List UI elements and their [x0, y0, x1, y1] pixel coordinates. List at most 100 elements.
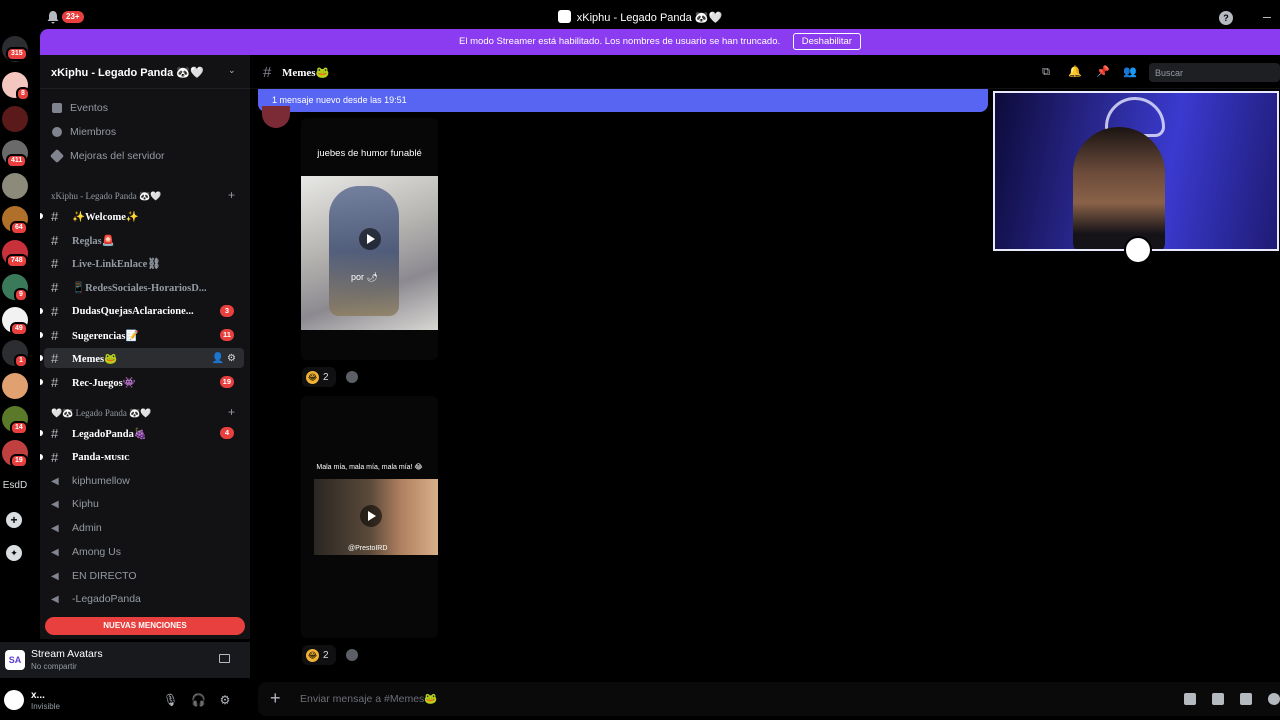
reaction[interactable]: 😂 2 — [302, 645, 336, 665]
members-icon — [52, 127, 62, 137]
add-attachment-icon[interactable]: + — [270, 688, 281, 709]
server-rail: 315 8 411 64 748 9 49 1 14 19 EsdD + ✦ — [0, 34, 40, 720]
microphone-icon[interactable]: 🎙 — [163, 694, 178, 706]
server-logo-icon — [557, 10, 571, 23]
hashtag-icon: # — [51, 279, 59, 295]
avatar[interactable] — [262, 106, 290, 128]
channel-reglas[interactable]: # Reglas🚨 — [44, 230, 244, 250]
explore-icon[interactable]: ✦ — [6, 545, 22, 561]
channel-live-link[interactable]: # Live-LinkEnlace⛓ — [44, 253, 244, 273]
voice-channel[interactable]: ◀ Admin — [44, 518, 244, 538]
server-badge: 64 — [10, 221, 28, 235]
new-mentions-button[interactable]: NUEVAS MENCIONES — [45, 617, 245, 635]
rofl-emoji-icon: 😂 — [306, 648, 319, 662]
server-badge: 49 — [10, 322, 28, 336]
search-input[interactable] — [1149, 63, 1280, 82]
channel-panda-music[interactable]: # Panda-ᴍᴜsɪᴄ — [40, 447, 244, 467]
server-badge: 748 — [6, 254, 28, 268]
help-icon[interactable]: ? — [1219, 11, 1233, 25]
activity-subtitle: No compartir — [31, 662, 77, 671]
reaction[interactable]: 😂 2 — [302, 367, 336, 387]
voice-channel[interactable]: ◀ Kiphu — [44, 494, 244, 514]
add-reaction-icon[interactable] — [346, 371, 358, 383]
member-list-icon[interactable]: 👥 — [1123, 66, 1137, 78]
voice-channel[interactable]: ◀ EN DIRECTO — [44, 566, 244, 586]
play-icon[interactable] — [360, 505, 382, 527]
voice-channel[interactable]: ◀ -LegadoPanda — [44, 589, 244, 609]
threads-icon[interactable]: ⧉ — [1040, 66, 1052, 78]
hashtag-icon: # — [51, 232, 59, 248]
server-text-icon[interactable]: EsdD — [2, 480, 28, 491]
video-thumbnail[interactable]: por 🌶 — [301, 176, 438, 330]
channel-memes[interactable]: # Memes🐸 👤 ⚙ — [40, 348, 244, 368]
minimize-button[interactable] — [1263, 17, 1271, 18]
panda-badge-icon — [1124, 236, 1152, 264]
message-composer: + — [258, 682, 1280, 716]
add-server-icon[interactable]: + — [6, 512, 22, 528]
hashtag-icon: # — [263, 64, 272, 81]
notification-settings-icon[interactable]: 🔔 — [1068, 66, 1082, 78]
unread-badge: 19 — [219, 376, 234, 388]
divider — [40, 88, 250, 89]
server-name[interactable]: xKiphu - Legado Panda 🐼🤍 — [51, 66, 204, 79]
server-icon[interactable] — [2, 373, 28, 399]
channel-welcome[interactable]: # ✨Welcome✨ — [40, 206, 244, 226]
channel-title: Memes🐸 — [282, 67, 330, 79]
pin-icon[interactable]: 📌 — [1096, 66, 1110, 78]
speaker-icon: ◀ — [51, 522, 59, 534]
hashtag-icon: # — [51, 208, 59, 224]
channel-rec-juegos[interactable]: # Rec-Juegos👾 19 — [40, 372, 244, 392]
add-channel-icon[interactable]: + — [228, 405, 235, 419]
hashtag-icon: # — [51, 303, 59, 319]
activity-panel: SA Stream Avatars No compartir — [0, 642, 250, 678]
banner-text: El modo Streamer está habilitado. Los no… — [459, 36, 781, 47]
disable-streamer-button[interactable]: Deshabilitar — [792, 33, 861, 50]
channel-header: # Memes🐸 ⧉ 🔔 📌 👥 — [250, 55, 1280, 89]
channel-redes[interactable]: # 📱RedesSociales-HorariosD... — [44, 277, 244, 297]
headphones-icon[interactable]: 🎧 — [191, 694, 206, 706]
speaker-icon: ◀ — [51, 593, 59, 605]
video-thumbnail[interactable]: @PrestoIRD — [314, 479, 438, 555]
new-messages-bar[interactable]: 1 mensaje nuevo desde las 19:51 — [258, 89, 988, 112]
video-caption: juebes de humor funablé — [317, 148, 422, 159]
gif-icon[interactable] — [1212, 693, 1224, 705]
server-badge: 315 — [6, 47, 28, 61]
hashtag-icon: # — [51, 449, 59, 465]
sticker-icon[interactable] — [1240, 693, 1252, 705]
boost-icon — [49, 148, 65, 164]
video-attachment[interactable]: Mala mía, mala mía, mala mía! 😂 @PrestoI… — [301, 396, 438, 638]
channel-sugerencias[interactable]: # Sugerencias📝 11 — [40, 325, 244, 345]
chevron-down-icon[interactable]: ⌄ — [228, 65, 236, 76]
channel-legadopanda[interactable]: # LegadoPanda🍇 4 — [40, 423, 244, 443]
hashtag-icon: # — [51, 425, 59, 441]
screen-share-icon[interactable] — [219, 654, 230, 663]
window-title: xKiphu - Legado Panda 🐼🤍 — [0, 10, 1280, 24]
emoji-icon[interactable] — [1268, 693, 1280, 705]
message-input[interactable] — [300, 691, 900, 707]
channel-dudas[interactable]: # DudasQuejasAclaracione... 3 — [40, 301, 244, 321]
add-channel-icon[interactable]: + — [228, 188, 235, 202]
server-badge: 8 — [16, 87, 30, 101]
stream-avatars-icon: SA — [5, 650, 25, 670]
category-header[interactable]: xKiphu - Legado Panda 🐼🤍 — [51, 191, 161, 202]
hashtag-icon: # — [51, 350, 59, 366]
nav-boosts[interactable]: Mejoras del servidor — [49, 148, 165, 164]
add-reaction-icon[interactable] — [346, 649, 358, 661]
speaker-icon: ◀ — [51, 546, 59, 558]
server-icon[interactable] — [2, 106, 28, 132]
gear-icon[interactable]: ⚙ — [219, 694, 231, 706]
nav-events[interactable]: Eventos — [52, 102, 108, 114]
voice-channel[interactable]: ◀ kiphumellow — [44, 471, 244, 491]
play-icon[interactable] — [359, 228, 381, 250]
channel-settings-icons[interactable]: 👤 ⚙ — [212, 353, 236, 364]
category-header[interactable]: 🤍🐼 Legado Panda 🐼🤍 — [51, 408, 152, 419]
video-figure — [329, 186, 399, 316]
server-icon[interactable] — [2, 173, 28, 199]
gift-icon[interactable] — [1184, 693, 1196, 705]
activity-title: Stream Avatars — [31, 648, 103, 660]
video-attachment[interactable]: juebes de humor funablé por 🌶 — [301, 118, 438, 360]
nav-members[interactable]: Miembros — [52, 126, 116, 138]
voice-channel[interactable]: ◀ Among Us — [44, 542, 244, 562]
avatar[interactable] — [4, 690, 24, 710]
video-overlay-text: por 🌶 — [351, 272, 378, 282]
